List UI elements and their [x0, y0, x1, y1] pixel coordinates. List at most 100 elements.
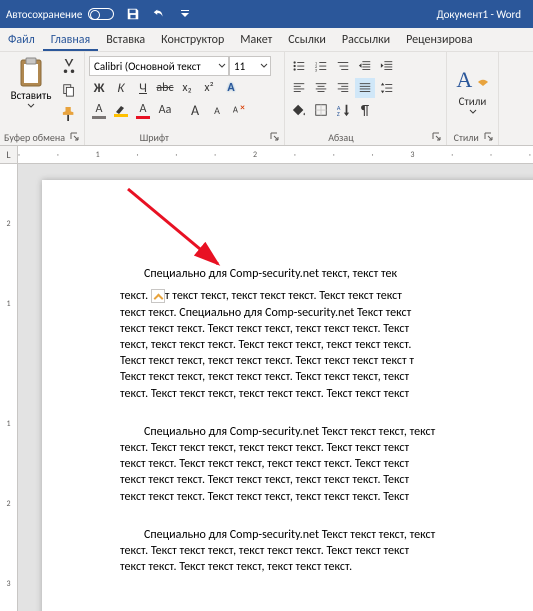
text-highlight-button[interactable]: A [89, 100, 109, 120]
font-size-combo[interactable]: 11 [229, 56, 271, 76]
highlighter-icon [115, 104, 127, 114]
tab-file[interactable]: Файл [0, 29, 43, 51]
underline-button[interactable]: Ч [133, 78, 153, 98]
page[interactable]: Специально для Comp-security.net текст, … [42, 180, 533, 611]
strikethrough-button[interactable]: abc [155, 78, 175, 98]
qat-customize-button[interactable] [172, 9, 198, 19]
font-name-combo[interactable]: Calibri (Основной текст [89, 56, 229, 76]
text-effects-button[interactable]: A [221, 78, 241, 98]
outdent-icon [358, 59, 372, 73]
numbering-icon: 123 [314, 59, 328, 73]
tab-design[interactable]: Конструктор [153, 29, 232, 51]
save-button[interactable] [120, 7, 146, 21]
tab-insert[interactable]: Вставка [98, 29, 153, 51]
brush-icon [62, 107, 76, 121]
line-spacing-button[interactable] [377, 78, 397, 98]
subscript-button[interactable]: x₂ [177, 78, 197, 98]
align-right-icon [336, 81, 350, 95]
ruler-vertical[interactable]: 2 1 1 2 3 [0, 164, 18, 611]
decrease-indent-button[interactable] [355, 56, 375, 76]
tab-review[interactable]: Рецензирова [398, 29, 480, 51]
italic-button[interactable]: К [111, 78, 131, 98]
group-font-label: Шрифт [140, 131, 169, 144]
group-styles: A Стили Стили [447, 52, 499, 145]
font-color-button[interactable]: A [133, 100, 153, 120]
align-justify-button[interactable] [355, 78, 375, 98]
sort-icon: AZ [336, 103, 350, 117]
tab-selector[interactable]: L [0, 146, 18, 164]
clipboard-icon [17, 56, 45, 88]
paste-button[interactable]: Вставить [4, 54, 58, 112]
svg-text:A: A [233, 106, 239, 116]
shading-split-button[interactable] [289, 100, 309, 120]
align-center-icon [314, 81, 328, 95]
copy-icon [62, 83, 76, 97]
tab-references[interactable]: Ссылки [280, 29, 334, 51]
align-left-button[interactable] [289, 78, 309, 98]
ribbon: Вставить Буфер обмена [0, 52, 533, 146]
paste-options-smarttag[interactable] [151, 289, 165, 303]
tab-layout[interactable]: Макет [232, 29, 280, 51]
chevron-down-icon [260, 62, 268, 70]
group-styles-label: Стили [454, 131, 479, 144]
multilevel-list-button[interactable] [333, 56, 353, 76]
tab-mailings[interactable]: Рассылки [334, 29, 398, 51]
align-justify-icon [358, 81, 372, 95]
tab-home[interactable]: Главная [43, 29, 98, 51]
group-clipboard-label: Буфер обмена [4, 131, 65, 144]
superscript-button[interactable]: x² [199, 78, 219, 98]
svg-text:3: 3 [315, 68, 318, 73]
bullets-icon [292, 59, 306, 73]
document-canvas[interactable]: Специально для Comp-security.net текст, … [18, 164, 533, 611]
shading-button[interactable] [111, 100, 131, 120]
toggle-icon[interactable] [88, 8, 114, 20]
chevron-down-icon [27, 102, 35, 110]
chevron-down-icon [218, 62, 226, 70]
autosave-label: Автосохранение [6, 8, 82, 21]
window-title: Документ1 - Word [198, 8, 533, 21]
brush-under-icon [477, 79, 489, 87]
shrink-font-button[interactable]: A [207, 100, 227, 120]
group-clipboard: Вставить Буфер обмена [0, 52, 85, 145]
cut-button[interactable] [58, 56, 80, 76]
change-case-button[interactable]: Aa [155, 100, 175, 120]
styles-dialog-launcher[interactable] [484, 132, 494, 142]
borders-button[interactable] [311, 100, 331, 120]
font-dialog-launcher[interactable] [270, 132, 280, 142]
paragraph-dialog-launcher[interactable] [432, 132, 442, 142]
autosave-toggle[interactable]: Автосохранение [0, 8, 120, 21]
bold-button[interactable]: Ж [89, 78, 109, 98]
align-left-icon [292, 81, 306, 95]
align-right-button[interactable] [333, 78, 353, 98]
ruler-horizontal[interactable]: L · · 1 · · · 2 · · · 3 · · · 4 · · · 5 … [0, 146, 533, 164]
eraser-icon: A [232, 103, 246, 117]
bullets-button[interactable] [289, 56, 309, 76]
format-painter-button[interactable] [58, 104, 80, 124]
increase-indent-button[interactable] [377, 56, 397, 76]
numbering-button[interactable]: 123 [311, 56, 331, 76]
indent-icon [380, 59, 394, 73]
show-marks-button[interactable]: ¶ [355, 100, 375, 120]
document-body[interactable]: Специально для Comp-security.net текст, … [120, 250, 533, 611]
clear-formatting-button[interactable]: A [229, 100, 249, 120]
scissors-icon [62, 59, 76, 73]
sort-button[interactable]: AZ [333, 100, 353, 120]
copy-button[interactable] [58, 80, 80, 100]
chevron-down-icon [469, 108, 477, 116]
multilevel-icon [336, 59, 350, 73]
group-paragraph: 123 [285, 52, 447, 145]
styles-gallery-button[interactable]: A [456, 67, 488, 93]
group-font: Calibri (Основной текст 11 Ж К Ч abc x₂ … [85, 52, 285, 145]
grow-font-button[interactable]: A [185, 100, 205, 120]
group-paragraph-label: Абзац [328, 131, 353, 144]
svg-text:Z: Z [337, 110, 340, 117]
clipboard-dialog-launcher[interactable] [70, 132, 80, 142]
ruler-h-marks: · · 1 · · · 2 · · · 3 · · · 4 · · · 5 · … [18, 150, 533, 160]
workspace: 2 1 1 2 3 Специально для Comp-security.n… [0, 164, 533, 611]
align-center-button[interactable] [311, 78, 331, 98]
undo-button[interactable] [146, 7, 172, 21]
borders-icon [314, 103, 328, 117]
line-spacing-icon [380, 81, 394, 95]
title-bar: Автосохранение Документ1 - Word [0, 0, 533, 28]
group-styles-short-label: Стили [459, 95, 487, 108]
